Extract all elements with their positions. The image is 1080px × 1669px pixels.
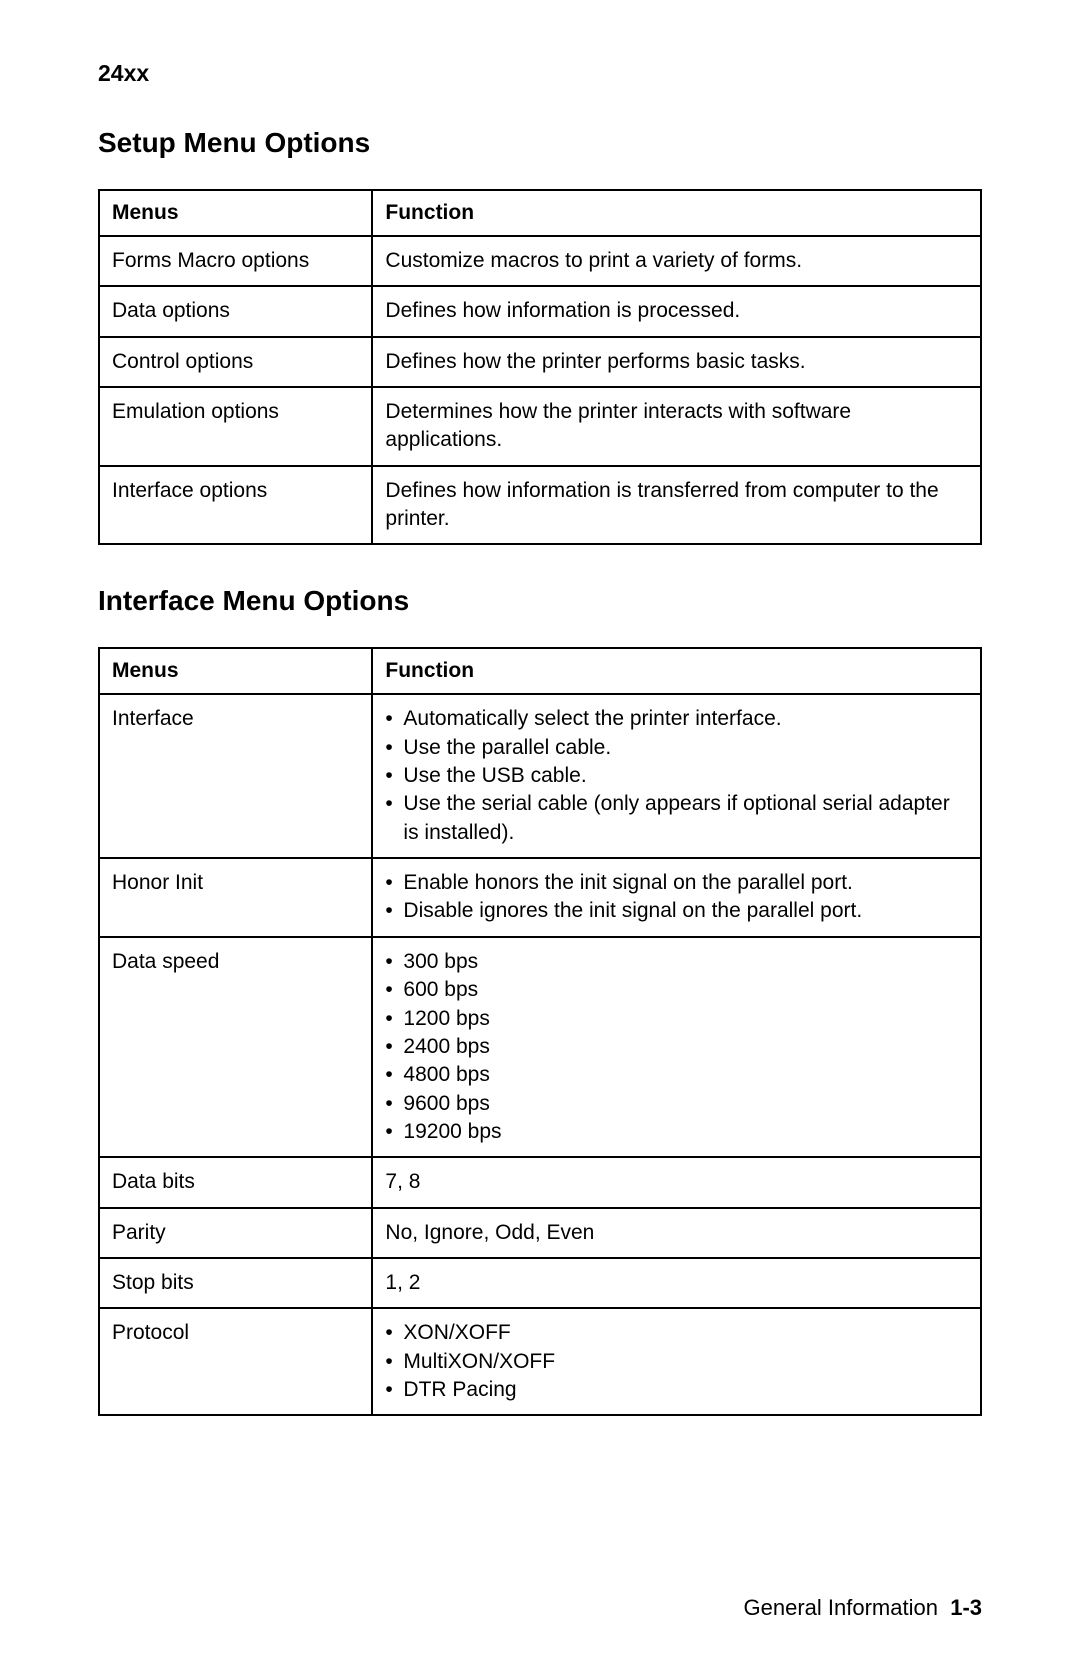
cell-function: Defines how information is processed. <box>372 286 981 336</box>
table-row: Interface options Defines how informatio… <box>99 466 981 545</box>
cell-menu: Protocol <box>99 1308 372 1415</box>
table-row: Interface Automatically select the print… <box>99 694 981 858</box>
cell-function: Defines how information is transferred f… <box>372 466 981 545</box>
bullet-list: Enable honors the init signal on the par… <box>385 869 968 926</box>
cell-function: No, Ignore, Odd, Even <box>372 1208 981 1258</box>
cell-function: Defines how the printer performs basic t… <box>372 337 981 387</box>
list-item: 1200 bps <box>385 1005 968 1033</box>
table-row: Stop bits 1, 2 <box>99 1258 981 1308</box>
list-item: Enable honors the init signal on the par… <box>385 869 968 897</box>
col-menus: Menus <box>99 190 372 236</box>
cell-function: Automatically select the printer interfa… <box>372 694 981 858</box>
table-row: Forms Macro options Customize macros to … <box>99 236 981 286</box>
footer-page-number: 1-3 <box>950 1595 982 1620</box>
bullet-list: XON/XOFF MultiXON/XOFF DTR Pacing <box>385 1319 968 1404</box>
col-function: Function <box>372 190 981 236</box>
list-item: 4800 bps <box>385 1061 968 1089</box>
cell-function: XON/XOFF MultiXON/XOFF DTR Pacing <box>372 1308 981 1415</box>
cell-menu: Honor Init <box>99 858 372 937</box>
cell-menu: Data bits <box>99 1157 372 1207</box>
list-item: 9600 bps <box>385 1090 968 1118</box>
cell-function: 300 bps 600 bps 1200 bps 2400 bps 4800 b… <box>372 937 981 1157</box>
table-row: Control options Defines how the printer … <box>99 337 981 387</box>
cell-menu: Forms Macro options <box>99 236 372 286</box>
setup-menu-table: Menus Function Forms Macro options Custo… <box>98 189 982 545</box>
page-footer: General Information 1-3 <box>744 1595 982 1621</box>
cell-function: Determines how the printer interacts wit… <box>372 387 981 466</box>
cell-menu: Emulation options <box>99 387 372 466</box>
list-item: XON/XOFF <box>385 1319 968 1347</box>
cell-menu: Control options <box>99 337 372 387</box>
header-model: 24xx <box>98 60 982 87</box>
cell-menu: Data options <box>99 286 372 336</box>
cell-menu: Data speed <box>99 937 372 1157</box>
list-item: Disable ignores the init signal on the p… <box>385 897 968 925</box>
col-function: Function <box>372 648 981 694</box>
table-row: Data options Defines how information is … <box>99 286 981 336</box>
cell-menu: Interface options <box>99 466 372 545</box>
section-title-setup: Setup Menu Options <box>98 127 982 159</box>
section-title-interface: Interface Menu Options <box>98 585 982 617</box>
cell-function: 7, 8 <box>372 1157 981 1207</box>
list-item: Use the serial cable (only appears if op… <box>385 790 968 847</box>
list-item: 300 bps <box>385 948 968 976</box>
table-header-row: Menus Function <box>99 648 981 694</box>
list-item: MultiXON/XOFF <box>385 1348 968 1376</box>
list-item: Use the parallel cable. <box>385 734 968 762</box>
interface-menu-table: Menus Function Interface Automatically s… <box>98 647 982 1416</box>
table-row: Data bits 7, 8 <box>99 1157 981 1207</box>
bullet-list: 300 bps 600 bps 1200 bps 2400 bps 4800 b… <box>385 948 968 1146</box>
list-item: 19200 bps <box>385 1118 968 1146</box>
list-item: DTR Pacing <box>385 1376 968 1404</box>
table-row: Honor Init Enable honors the init signal… <box>99 858 981 937</box>
list-item: Use the USB cable. <box>385 762 968 790</box>
cell-menu: Stop bits <box>99 1258 372 1308</box>
table-row: Emulation options Determines how the pri… <box>99 387 981 466</box>
table-row: Protocol XON/XOFF MultiXON/XOFF DTR Paci… <box>99 1308 981 1415</box>
cell-menu: Interface <box>99 694 372 858</box>
list-item: 600 bps <box>385 976 968 1004</box>
footer-section: General Information <box>744 1595 938 1620</box>
cell-function: Customize macros to print a variety of f… <box>372 236 981 286</box>
col-menus: Menus <box>99 648 372 694</box>
bullet-list: Automatically select the printer interfa… <box>385 705 968 847</box>
table-row: Data speed 300 bps 600 bps 1200 bps 2400… <box>99 937 981 1157</box>
table-row: Parity No, Ignore, Odd, Even <box>99 1208 981 1258</box>
list-item: Automatically select the printer interfa… <box>385 705 968 733</box>
cell-menu: Parity <box>99 1208 372 1258</box>
list-item: 2400 bps <box>385 1033 968 1061</box>
table-header-row: Menus Function <box>99 190 981 236</box>
document-page: 24xx Setup Menu Options Menus Function F… <box>0 0 1080 1669</box>
cell-function: 1, 2 <box>372 1258 981 1308</box>
cell-function: Enable honors the init signal on the par… <box>372 858 981 937</box>
